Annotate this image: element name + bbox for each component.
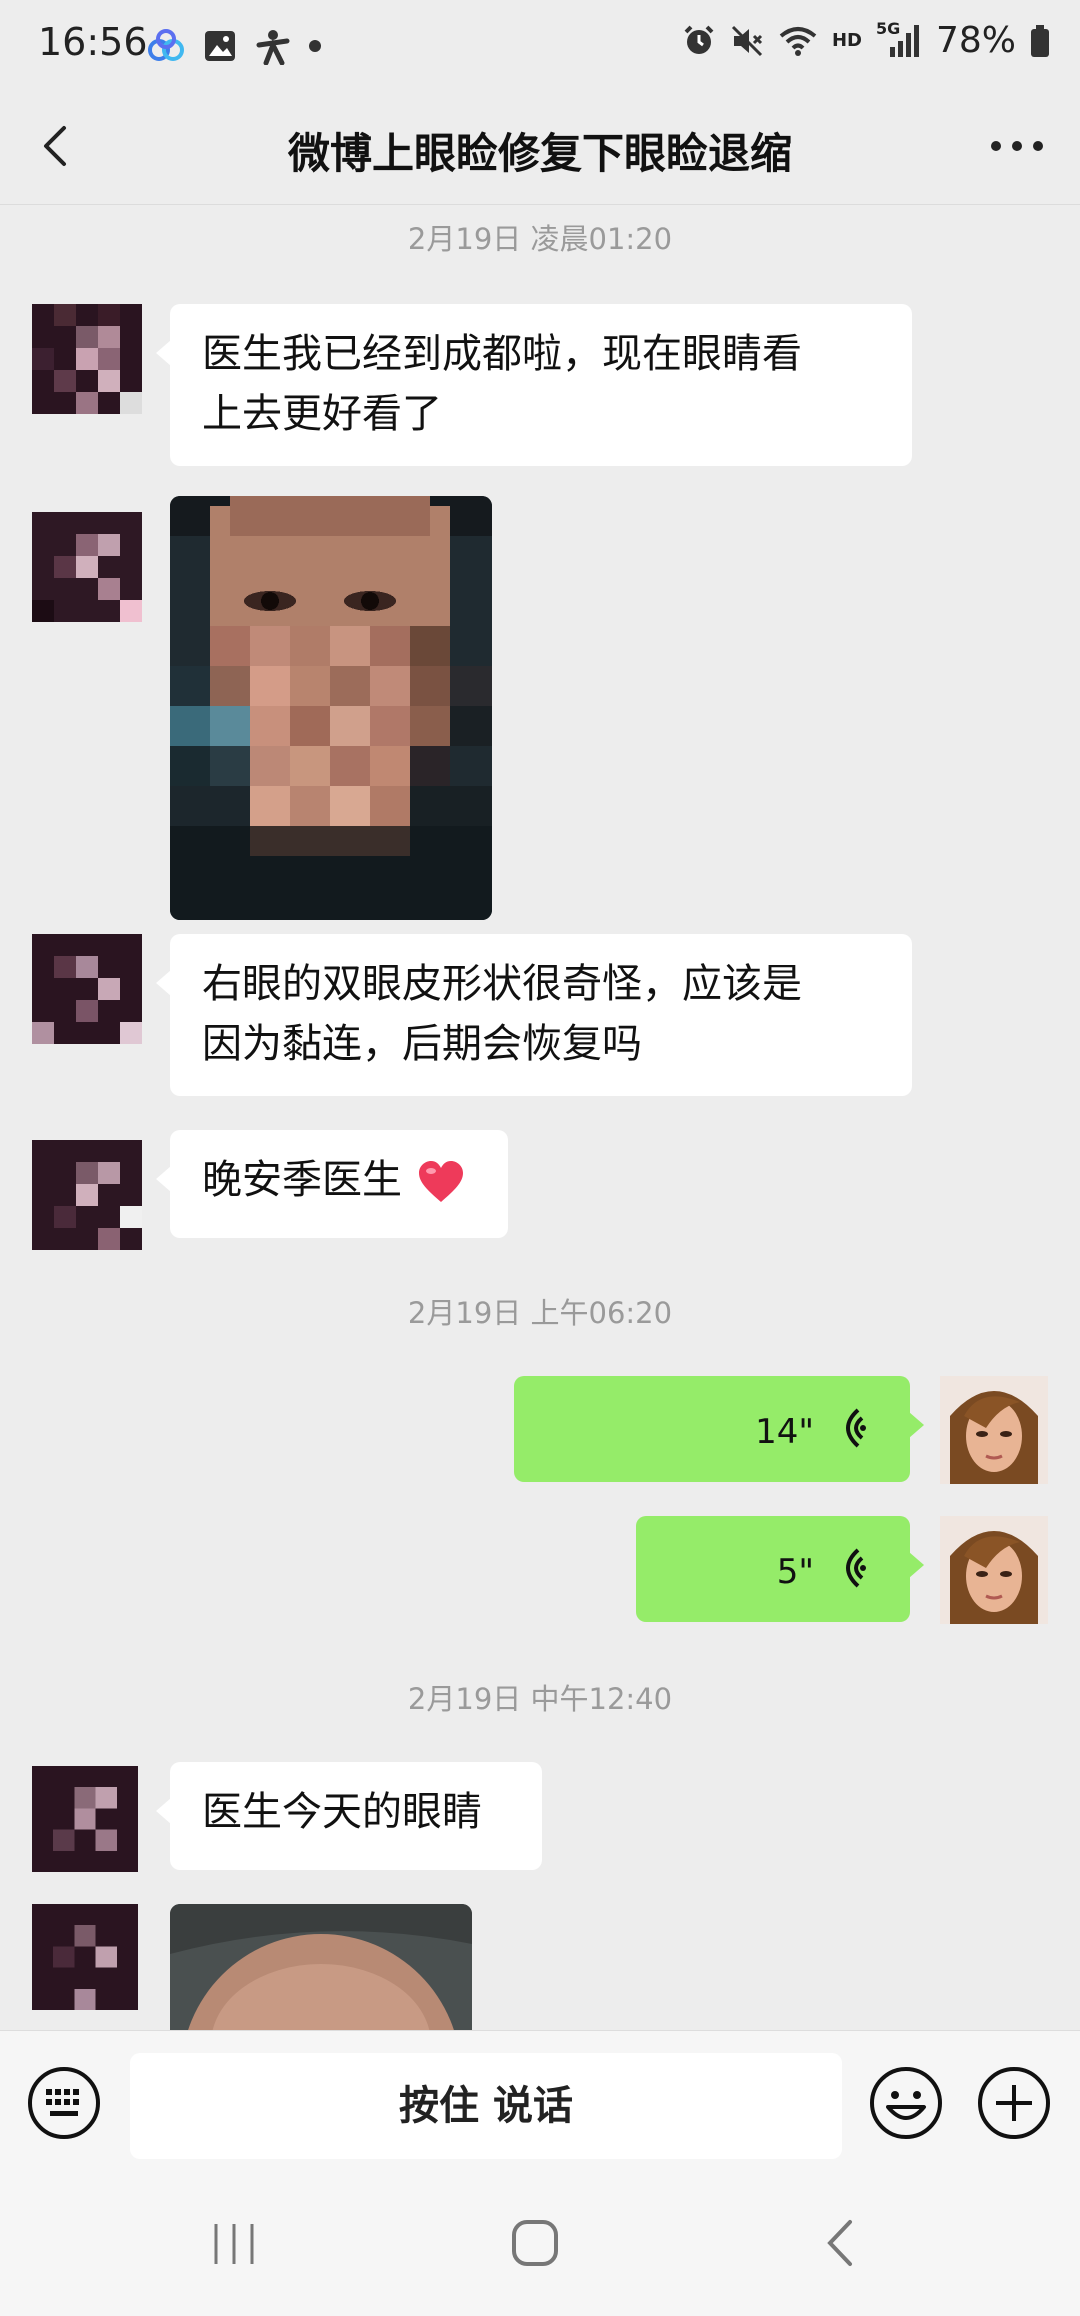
message-bubble[interactable]: 右眼的双眼皮形状很奇怪，应该是 因为黏连，后期会恢复吗: [156, 934, 912, 1096]
voice-message-bubble[interactable]: 14": [514, 1376, 924, 1482]
voice-message-bubble[interactable]: 5": [636, 1516, 924, 1622]
mute-icon: [731, 25, 763, 56]
status-bar: 16:56 HD 5G 78%: [0, 0, 1080, 92]
message-line: 上去更好看了: [202, 391, 442, 437]
battery-percent: 78%: [935, 20, 1016, 61]
input-bar: 按住 说话: [0, 2030, 1080, 2167]
home-icon[interactable]: [510, 2218, 560, 2268]
keyboard-toggle-button[interactable]: [26, 2065, 102, 2141]
contact-avatar[interactable]: [32, 1766, 138, 1872]
signal-group: 5G: [876, 19, 922, 59]
timestamp: 2月19日 中午12:40: [407, 1682, 673, 1716]
message-bubble[interactable]: 医生我已经到成都啦，现在眼睛看 上去更好看了: [156, 304, 912, 466]
back-icon[interactable]: [820, 2218, 860, 2268]
contact-avatar[interactable]: [32, 1904, 138, 2010]
status-time: 16:56: [38, 20, 148, 64]
timestamp: 2月19日 上午06:20: [407, 1296, 673, 1330]
message-line: 晚安季医生: [202, 1157, 402, 1203]
plus-circle-icon: [978, 2067, 1050, 2139]
keyboard-icon: [28, 2067, 100, 2139]
system-nav-bar: [0, 2166, 1080, 2316]
more-button[interactable]: [982, 114, 1052, 178]
voice-duration: 5": [776, 1552, 814, 1592]
emoji-button[interactable]: [868, 2065, 944, 2141]
contact-avatar[interactable]: [32, 304, 142, 414]
chat-header: 微博上眼睑修复下眼睑退缩: [0, 92, 1080, 205]
wifi-icon: [779, 26, 817, 56]
contact-avatar[interactable]: [32, 934, 142, 1044]
voice-duration: 14": [755, 1412, 814, 1452]
message-line: 医生我已经到成都啦，现在眼睛看: [202, 331, 802, 377]
contact-avatar[interactable]: [32, 512, 142, 622]
message-line: 因为黏连，后期会恢复吗: [202, 1021, 642, 1067]
more-functions-button[interactable]: [976, 2065, 1052, 2141]
message-bubble[interactable]: 医生今天的眼睛: [156, 1762, 542, 1870]
message-bubble[interactable]: 晚安季医生: [156, 1130, 508, 1238]
dot-icon: [309, 40, 321, 52]
timestamp: 2月19日 凌晨01:20: [407, 222, 673, 256]
chat-area[interactable]: 2月19日 凌晨01:20 医生我已经到成都啦，现在眼睛看 上去更好看了 右眼的…: [0, 204, 1080, 2030]
signal-icon: [889, 24, 919, 57]
emoji-icon: [870, 2067, 942, 2139]
status-right: HD 5G 78%: [682, 19, 1050, 61]
chat-title: 微博上眼睑修复下眼睑退缩: [287, 129, 792, 178]
contact-avatar[interactable]: [32, 1140, 142, 1250]
self-avatar[interactable]: [940, 1516, 1048, 1624]
message-line: 右眼的双眼皮形状很奇怪，应该是: [202, 961, 802, 1007]
image-message[interactable]: [170, 496, 492, 920]
voice-wave-icon: [846, 1548, 866, 1588]
message-line: 医生今天的眼睛: [202, 1789, 482, 1835]
hold-to-talk-button[interactable]: 按住 说话: [130, 2053, 842, 2159]
image-message[interactable]: [170, 1904, 472, 2030]
heart-emoji-icon: [418, 1161, 463, 1202]
app-icon: [256, 30, 290, 65]
more-horizontal-icon: [991, 141, 1043, 151]
baidu-cloud-icon: [148, 29, 184, 61]
status-left-icons: [146, 22, 322, 70]
alarm-icon: [684, 25, 714, 54]
voice-wave-icon: [846, 1408, 866, 1448]
recent-apps-icon[interactable]: [210, 2222, 258, 2266]
self-avatar[interactable]: [940, 1376, 1048, 1484]
battery-icon: [1031, 24, 1049, 57]
network-label: HD: [831, 30, 862, 51]
gallery-icon: [205, 31, 235, 61]
